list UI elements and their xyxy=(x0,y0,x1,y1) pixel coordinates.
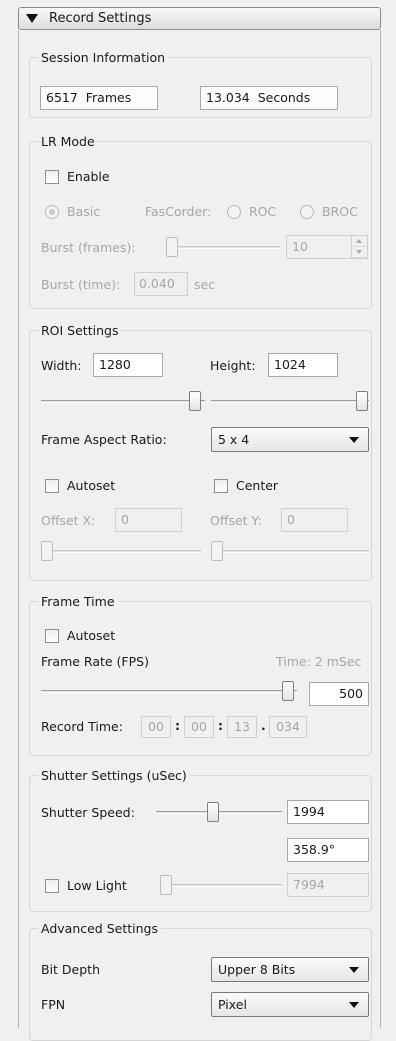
frame-rate-slider-thumb[interactable] xyxy=(282,681,294,701)
frame-time-label: Time: 2 mSec xyxy=(276,654,362,669)
offset-x-slider[interactable] xyxy=(41,550,201,553)
dropdown-arrow-icon xyxy=(349,437,359,443)
center-checkbox[interactable] xyxy=(214,479,228,493)
offset-x-label: Offset X: xyxy=(41,513,96,528)
height-label: Height: xyxy=(210,358,256,373)
frames-value: 6517 xyxy=(46,90,78,105)
low-light-slider[interactable] xyxy=(160,884,282,887)
shutter-speed-slider-thumb[interactable] xyxy=(207,802,219,822)
basic-label: Basic xyxy=(67,204,101,219)
collapse-triangle-icon[interactable] xyxy=(26,14,38,23)
broc-label: BROC xyxy=(322,204,358,219)
record-time-separator: : xyxy=(218,718,223,733)
bit-depth-label: Bit Depth xyxy=(41,962,100,977)
roi-autoset-label: Autoset xyxy=(67,478,116,493)
low-light-label: Low Light xyxy=(67,878,127,893)
offset-x-field: 0 xyxy=(115,508,182,532)
offset-y-label: Offset Y: xyxy=(210,513,262,528)
burst-time-label: Burst (time): xyxy=(41,277,121,292)
low-light-field: 7994 xyxy=(287,873,369,897)
burst-frames-label: Burst (frames): xyxy=(41,240,136,255)
height-slider-thumb[interactable] xyxy=(356,391,368,411)
advanced-settings-legend: Advanced Settings xyxy=(41,921,158,936)
aspect-ratio-select[interactable]: 5 x 4 xyxy=(211,427,369,452)
bit-depth-select[interactable]: Upper 8 Bits xyxy=(211,957,369,982)
low-light-checkbox[interactable] xyxy=(45,879,59,893)
offset-y-field: 0 xyxy=(281,508,348,532)
frames-display: 6517 Frames xyxy=(40,86,158,110)
fpn-select[interactable]: Pixel xyxy=(211,992,369,1017)
aspect-ratio-label: Frame Aspect Ratio: xyxy=(41,432,167,447)
lr-enable-label: Enable xyxy=(67,169,110,184)
seconds-display: 13.034 Seconds xyxy=(200,86,338,110)
lr-enable-checkbox[interactable] xyxy=(45,170,59,184)
offset-x-slider-thumb[interactable] xyxy=(41,541,53,561)
burst-frames-value: 10 xyxy=(292,239,308,254)
bit-depth-value: Upper 8 Bits xyxy=(218,962,296,977)
record-time-minutes[interactable]: 00 xyxy=(184,716,214,738)
record-time-hours[interactable]: 00 xyxy=(141,716,171,738)
offset-y-slider[interactable] xyxy=(211,550,369,553)
frame-rate-label: Frame Rate (FPS) xyxy=(41,654,149,669)
shutter-speed-label: Shutter Speed: xyxy=(41,805,135,820)
roi-settings-legend: ROI Settings xyxy=(41,323,119,338)
frame-rate-slider[interactable] xyxy=(41,690,297,693)
record-settings-header[interactable]: Record Settings xyxy=(18,7,381,30)
roc-radio[interactable] xyxy=(227,205,241,219)
width-label: Width: xyxy=(41,358,82,373)
roc-label: ROC xyxy=(249,204,277,219)
burst-frames-slider[interactable] xyxy=(166,246,280,249)
shutter-speed-input[interactable]: 1994 xyxy=(287,800,369,824)
dropdown-arrow-icon xyxy=(349,967,359,973)
burst-frames-spinbox[interactable]: 10 xyxy=(286,235,368,259)
frames-unit: Frames xyxy=(85,90,132,105)
shutter-speed-slider[interactable] xyxy=(156,811,282,814)
height-slider[interactable] xyxy=(211,400,369,403)
burst-frames-slider-thumb[interactable] xyxy=(166,237,178,257)
record-time-separator: : xyxy=(175,718,180,733)
record-time-seconds[interactable]: 13 xyxy=(227,716,257,738)
record-time-separator: . xyxy=(261,718,266,733)
aspect-ratio-value: 5 x 4 xyxy=(218,432,250,447)
offset-y-slider-thumb[interactable] xyxy=(211,541,223,561)
seconds-value: 13.034 xyxy=(206,90,250,105)
burst-time-field: 0.040 xyxy=(134,272,188,296)
roi-autoset-checkbox[interactable] xyxy=(45,479,59,493)
record-time-label: Record Time: xyxy=(41,719,123,734)
shutter-settings-legend: Shutter Settings (uSec) xyxy=(41,768,187,783)
shutter-angle-input[interactable]: 358.9° xyxy=(287,838,369,862)
record-time-milliseconds[interactable]: 034 xyxy=(269,716,307,738)
fascorder-label: FasCorder: xyxy=(145,204,212,219)
width-slider[interactable] xyxy=(41,400,205,403)
height-input[interactable]: 1024 xyxy=(268,353,338,377)
broc-radio[interactable] xyxy=(300,205,314,219)
burst-frames-spin-buttons[interactable] xyxy=(351,236,367,258)
frame-rate-input[interactable]: 500 xyxy=(309,682,369,706)
basic-radio[interactable] xyxy=(45,205,59,219)
width-slider-thumb[interactable] xyxy=(189,391,201,411)
header-title: Record Settings xyxy=(49,11,152,26)
burst-time-unit: sec xyxy=(194,277,216,292)
center-label: Center xyxy=(236,478,279,493)
lr-mode-legend: LR Mode xyxy=(41,134,95,149)
spin-down-icon[interactable] xyxy=(352,247,367,258)
fpn-label: FPN xyxy=(41,997,66,1012)
frame-time-legend: Frame Time xyxy=(41,594,115,609)
spin-up-icon[interactable] xyxy=(352,236,367,247)
seconds-unit: Seconds xyxy=(257,90,311,105)
width-input[interactable]: 1280 xyxy=(93,353,163,377)
frame-autoset-checkbox[interactable] xyxy=(45,629,59,643)
frame-autoset-label: Autoset xyxy=(67,628,116,643)
dropdown-arrow-icon xyxy=(349,1002,359,1008)
low-light-slider-thumb[interactable] xyxy=(160,875,172,895)
fpn-value: Pixel xyxy=(218,997,247,1012)
session-information-legend: Session Information xyxy=(41,50,166,65)
